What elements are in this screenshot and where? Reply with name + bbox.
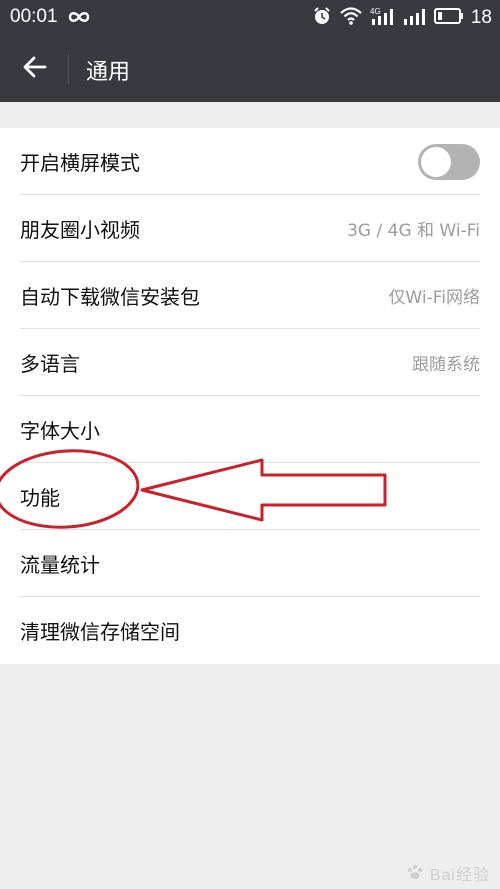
setting-value: 跟随系统 [412, 355, 480, 375]
battery-icon [433, 7, 464, 29]
nav-divider [68, 54, 69, 84]
infinity-icon [66, 8, 92, 30]
back-button[interactable] [14, 50, 54, 88]
settings-list: 开启横屏模式 朋友圈小视频 3G / 4G 和 Wi-Fi 自动下载微信安装包 … [0, 128, 500, 664]
svg-text:4G: 4G [370, 7, 381, 16]
page-title: 通用 [86, 60, 131, 85]
alarm-icon [312, 6, 332, 30]
setting-data-usage[interactable]: 流量统计 [0, 530, 500, 597]
setting-clear-storage[interactable]: 清理微信存储空间 [0, 597, 500, 664]
status-icons: 4G 18 [312, 5, 492, 31]
setting-label: 开启横屏模式 [20, 151, 140, 175]
setting-label: 朋友圈小视频 [20, 218, 140, 242]
toggle-knob [421, 146, 451, 177]
setting-landscape-mode[interactable]: 开启横屏模式 [0, 128, 500, 195]
setting-label: 流量统计 [20, 553, 100, 577]
signal-icon [403, 6, 427, 30]
setting-label: 多语言 [20, 352, 80, 376]
setting-value: 仅Wi-Fi网络 [388, 288, 480, 308]
battery-percent: 18 [470, 7, 492, 28]
setting-font-size[interactable]: 字体大小 [0, 396, 500, 463]
setting-label: 自动下载微信安装包 [20, 285, 200, 309]
setting-auto-download[interactable]: 自动下载微信安装包 仅Wi-Fi网络 [0, 262, 500, 329]
landscape-toggle[interactable] [418, 143, 480, 180]
setting-moments-video[interactable]: 朋友圈小视频 3G / 4G 和 Wi-Fi [0, 195, 500, 262]
status-time: 00:01 [10, 6, 58, 27]
back-arrow-icon [21, 55, 47, 83]
setting-label: 功能 [20, 486, 60, 510]
setting-language[interactable]: 多语言 跟随系统 [0, 329, 500, 396]
signal-4g-icon: 4G [370, 6, 396, 30]
watermark-logo: Bai经验 [406, 861, 490, 885]
wifi-icon [339, 6, 363, 30]
status-bar: 00:01 4G 18 [0, 0, 500, 36]
setting-label: 字体大小 [20, 419, 100, 443]
watermark-text: Bai经验 [429, 867, 490, 884]
setting-features[interactable]: 功能 [0, 463, 500, 530]
setting-label: 清理微信存储空间 [20, 620, 180, 644]
nav-bar: 通用 [0, 36, 500, 102]
setting-value: 3G / 4G 和 Wi-Fi [347, 221, 480, 241]
baidu-paw-icon [406, 864, 429, 884]
